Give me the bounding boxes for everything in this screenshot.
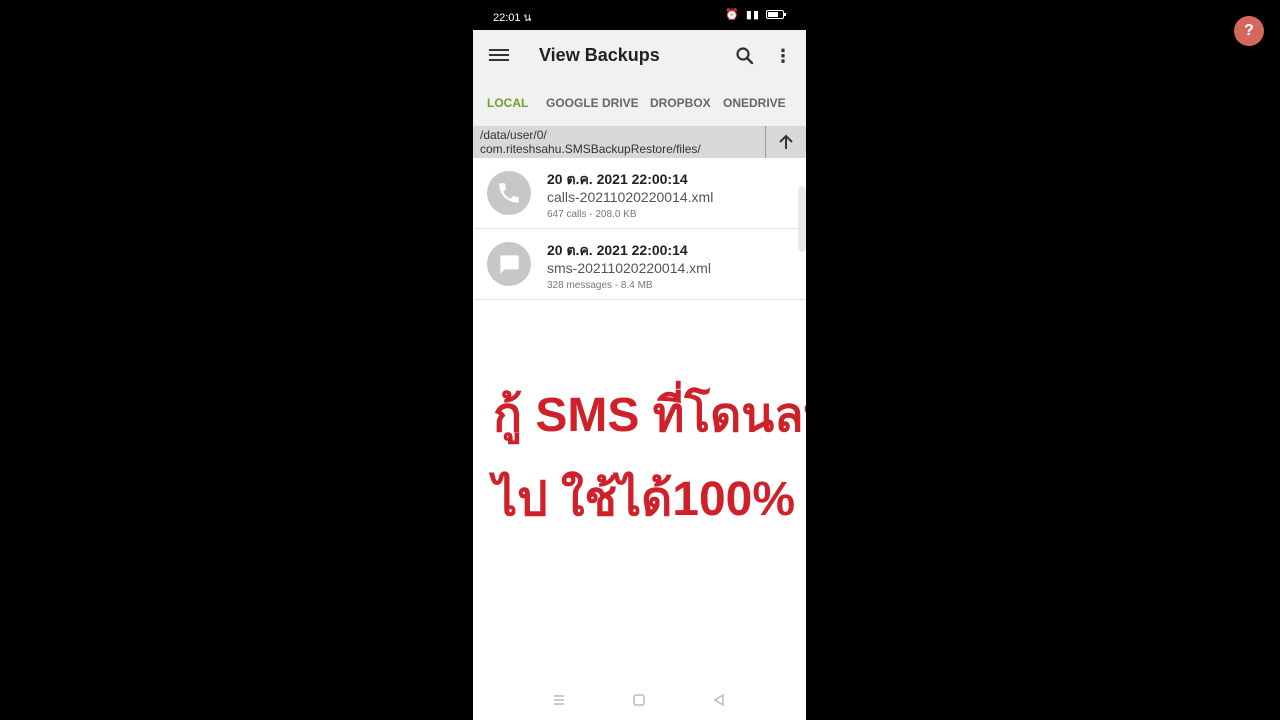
signal-icon: ▮▮ [745, 9, 760, 21]
menu-icon[interactable] [489, 46, 509, 66]
backup-list: 20 ต.ค. 2021 22:00:14 calls-202110202200… [473, 158, 806, 300]
scrollbar[interactable] [798, 186, 806, 252]
arrow-up-icon [779, 134, 793, 149]
alarm-icon: ⏰ [725, 9, 740, 21]
path-bar: /data/user/0/ com.riteshsahu.SMSBackupRe… [473, 126, 806, 158]
message-icon [487, 242, 531, 286]
search-icon[interactable] [735, 46, 755, 66]
backup-filename: sms-20211020220014.xml [547, 260, 711, 276]
tab-onedrive[interactable]: ONEDRIVE [723, 96, 786, 110]
current-path: /data/user/0/ com.riteshsahu.SMSBackupRe… [480, 128, 701, 156]
battery-icon [766, 10, 786, 19]
status-icons: ⏰ ▮▮ [725, 8, 786, 21]
back-icon[interactable] [711, 692, 727, 708]
backup-meta: 647 calls - 208.0 KB [547, 209, 637, 220]
app-screen: View Backups ⋮ LOCAL GOOGLE DRIVE DROPBO… [473, 30, 806, 720]
overlay-caption-line2: ไป ใช้ได้100% [493, 473, 796, 526]
home-icon[interactable] [631, 692, 647, 708]
system-nav-bar [473, 680, 806, 720]
backup-date: 20 ต.ค. 2021 22:00:14 [547, 242, 688, 258]
status-bar: 22:01 น ⏰ ▮▮ [473, 0, 806, 30]
storage-tabs: LOCAL GOOGLE DRIVE DROPBOX ONEDRIVE [473, 88, 806, 120]
status-time: 22:01 น [493, 12, 532, 24]
page-title: View Backups [539, 45, 660, 65]
backup-meta: 328 messages - 8.4 MB [547, 280, 653, 291]
tab-dropbox[interactable]: DROPBOX [650, 96, 711, 110]
tab-google-drive[interactable]: GOOGLE DRIVE [546, 96, 639, 110]
tab-local[interactable]: LOCAL [487, 96, 528, 110]
backup-item-calls[interactable]: 20 ต.ค. 2021 22:00:14 calls-202110202200… [473, 158, 806, 229]
more-options-icon[interactable]: ⋮ [773, 46, 793, 66]
backup-filename: calls-20211020220014.xml [547, 189, 714, 205]
backup-item-sms[interactable]: 20 ต.ค. 2021 22:00:14 sms-20211020220014… [473, 229, 806, 300]
overlay-caption-line1: กู้ SMS ที่โดนลบ [493, 389, 806, 442]
up-directory-button[interactable] [765, 126, 806, 158]
phone-frame: 22:01 น ⏰ ▮▮ View Backups ⋮ LOCAL GOOGLE [473, 0, 806, 720]
phone-icon [487, 171, 531, 215]
backup-date: 20 ต.ค. 2021 22:00:14 [547, 171, 688, 187]
recent-apps-icon[interactable] [551, 692, 567, 708]
help-button[interactable]: ? [1234, 16, 1264, 46]
app-bar: View Backups ⋮ LOCAL GOOGLE DRIVE DROPBO… [473, 30, 806, 126]
